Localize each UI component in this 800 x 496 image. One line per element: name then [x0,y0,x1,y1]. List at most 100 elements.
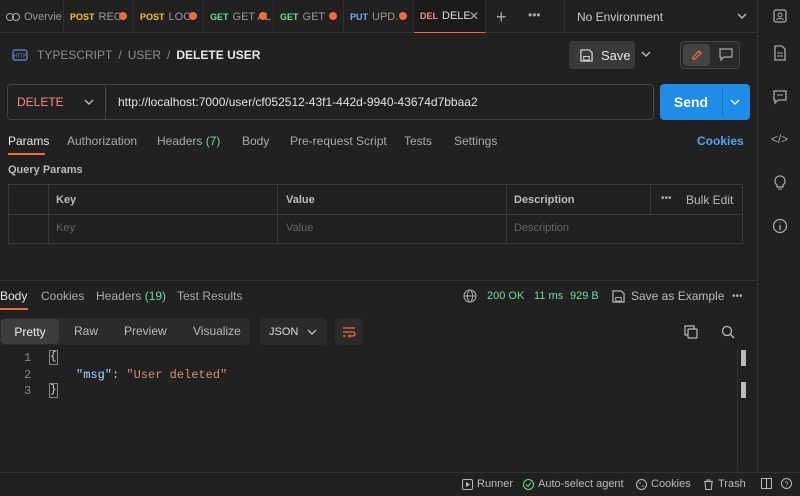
active-tab-indicator [8,153,45,155]
tab-label: Headers [157,134,203,148]
environment-selector[interactable]: No Environment [564,0,757,33]
format-type-select[interactable]: JSON [260,318,327,345]
value-input[interactable]: Value [286,222,313,234]
right-sidebar: </> [757,0,800,472]
col-divider [506,185,507,243]
close-icon[interactable]: ✕ [469,9,479,23]
runner-button[interactable]: Runner [462,478,513,490]
breadcrumb-folder[interactable]: USER [128,48,161,62]
save-as-example-button[interactable]: Save as Example [612,289,724,303]
scrollbar-marker[interactable] [741,382,746,398]
copy-icon[interactable] [684,325,698,339]
response-body-editor[interactable]: 1 2 3 { "msg": "User deleted" } [0,350,746,470]
comments-icon[interactable] [758,89,800,109]
tab-label: Headers [96,289,142,303]
col-header-description: Description [514,194,575,206]
json-key: "msg" [76,368,113,382]
tab-request[interactable]: POST LOC [134,0,204,33]
line-number: 3 [24,384,32,398]
col-divider [48,185,49,243]
environment-quicklook-icon[interactable] [758,8,800,28]
bulk-edit-button[interactable]: Bulk Edit [686,193,733,207]
tab-request[interactable]: GET GET AL [204,0,274,33]
url-input[interactable]: http://localhost:7000/user/cf052512-43f1… [118,95,478,109]
tab-headers[interactable]: Headers (7) [157,134,220,148]
svg-text:?: ? [785,481,789,488]
breadcrumb-collection[interactable]: TYPESCRIPT [37,48,112,62]
save-icon [612,289,625,303]
search-icon[interactable] [721,325,735,339]
edit-mode-button[interactable] [683,44,710,66]
unsaved-dot [119,12,127,20]
tab-prerequest-script[interactable]: Pre-request Script [290,134,387,148]
tab-request[interactable]: PUT UPD. [344,0,414,33]
response-size[interactable]: 929 B [570,290,599,302]
chevron-down-icon[interactable] [730,98,740,106]
headers-count: (19) [144,289,167,303]
globe-icon[interactable] [463,289,477,303]
tab-method: DEL [420,11,438,21]
status-code[interactable]: 200 OK [487,290,524,302]
tab-overview[interactable]: Overvie [0,0,64,33]
tab-visualize[interactable]: Visualize [193,324,241,338]
cookies-link[interactable]: Cookies [697,134,744,148]
headers-count: (7) [205,134,221,148]
send-button-group: Send [660,84,750,120]
tab-request[interactable]: GET GET [274,0,344,33]
tab-pretty[interactable]: Pretty [1,319,59,344]
tab-response-cookies[interactable]: Cookies [41,289,84,303]
method-label: DELETE [17,95,64,109]
agent-label: Auto-select agent [538,478,624,490]
cookie-icon [636,478,647,490]
help-icon[interactable]: ? [781,478,792,489]
tab-request[interactable]: POST REC [64,0,134,33]
code-icon[interactable]: </> [758,132,800,152]
wrap-lines-button[interactable] [335,318,363,345]
tab-response-headers[interactable]: Headers (19) [96,289,166,303]
trash-button[interactable]: Trash [703,478,746,490]
more-options-icon[interactable]: ••• [732,291,743,302]
auto-select-agent-button[interactable]: Auto-select agent [523,478,624,490]
mode-toggle [680,41,740,69]
cookies-button[interactable]: Cookies [636,478,691,490]
layout-icon[interactable] [761,478,772,489]
lightbulb-icon[interactable] [758,175,800,195]
tab-test-results[interactable]: Test Results [177,289,242,303]
comment-icon [719,48,733,62]
tab-method: PUT [350,11,368,22]
tab-authorization[interactable]: Authorization [67,134,137,148]
unsaved-dot [259,12,267,20]
info-icon[interactable] [758,218,800,238]
send-button[interactable]: Send [660,84,722,120]
tab-preview[interactable]: Preview [124,324,167,338]
tab-tests[interactable]: Tests [404,134,432,148]
new-tab-icon[interactable]: + [496,7,507,28]
more-options-icon[interactable]: ••• [661,193,672,204]
format-type-label: JSON [269,325,299,338]
scrollbar-marker[interactable] [741,350,746,366]
method-selector[interactable]: DELETE [8,85,106,119]
tab-raw[interactable]: Raw [74,324,98,338]
tab-label: UPD. [372,10,399,23]
tab-request-active[interactable]: DEL DELE ✕ [414,0,486,33]
documentation-icon[interactable] [758,45,800,65]
save-example-label: Save as Example [631,289,725,303]
chevron-down-icon[interactable] [641,50,651,58]
comment-mode-button[interactable] [719,48,733,62]
divider [737,350,738,470]
line-number: 1 [24,351,32,365]
row-divider [9,214,742,215]
key-input[interactable]: Key [56,222,75,234]
divider [722,88,723,116]
tab-response-body[interactable]: Body [0,289,27,303]
more-tabs-icon[interactable]: ••• [528,8,541,22]
page-title[interactable]: DELETE USER [176,48,260,62]
description-input[interactable]: Description [514,222,569,234]
save-button[interactable]: Save [569,41,635,69]
tab-settings[interactable]: Settings [454,134,497,148]
response-time[interactable]: 11 ms [534,290,563,302]
request-bar: DELETE http://localhost:7000/user/cf0525… [7,84,654,120]
pencil-icon [691,50,702,60]
tab-body[interactable]: Body [242,134,269,148]
tab-params[interactable]: Params [8,134,49,148]
